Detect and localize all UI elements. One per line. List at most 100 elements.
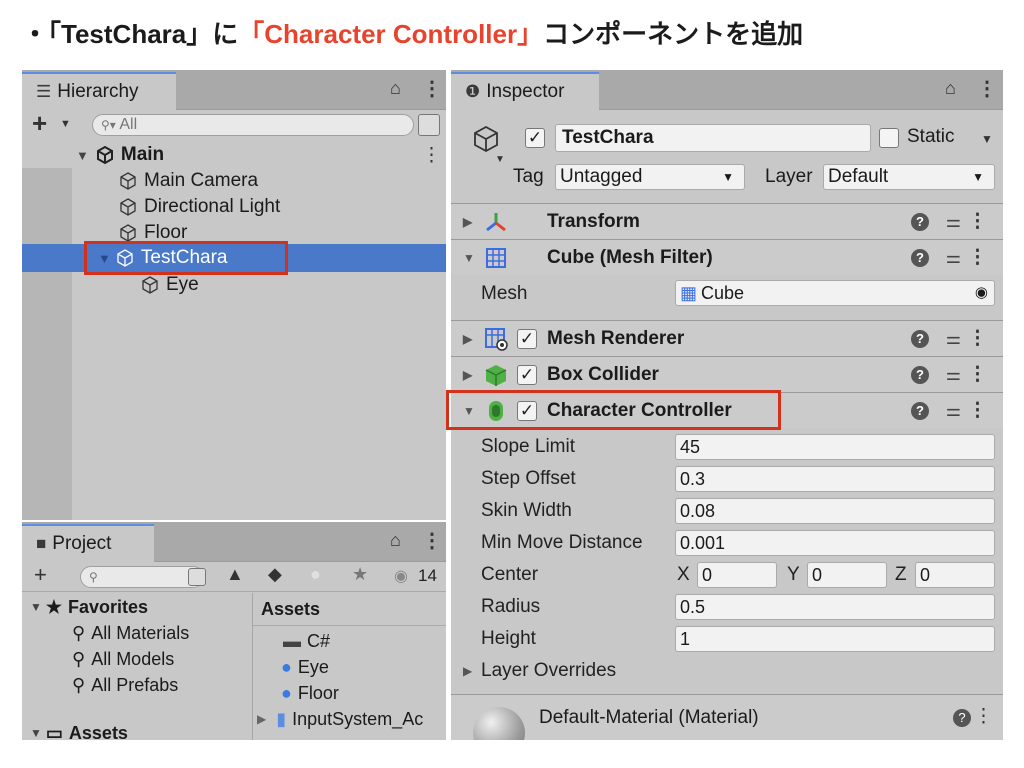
hierarchy-item-eye[interactable]: Eye bbox=[22, 272, 446, 298]
mesh-object-field[interactable]: ▦ Cube ◉ bbox=[675, 280, 995, 306]
center-x-field[interactable]: 0 bbox=[697, 562, 777, 588]
material-ball-icon: ● bbox=[281, 656, 292, 677]
kebab-menu-icon[interactable]: ⋮ bbox=[968, 210, 987, 233]
static-checkbox[interactable] bbox=[879, 128, 899, 148]
component-transform[interactable]: ▶ Transform ? ⚌ ⋮ bbox=[451, 203, 1003, 239]
help-icon[interactable]: ? bbox=[953, 709, 971, 727]
favorite-item[interactable]: ⚲ All Models bbox=[22, 647, 252, 671]
star-icon[interactable]: ★ bbox=[352, 564, 368, 585]
enabled-checkbox[interactable]: ✓ bbox=[517, 364, 537, 385]
active-checkbox[interactable]: ✓ bbox=[525, 128, 545, 148]
layer-dropdown[interactable]: Default ▼ bbox=[823, 164, 995, 190]
kebab-menu-icon[interactable]: ⋮ bbox=[968, 327, 987, 350]
slide-title: ・「TestChara」に「Character Controller」コンポーネ… bbox=[22, 14, 803, 54]
help-icon[interactable]: ? bbox=[911, 365, 929, 384]
kebab-menu-icon[interactable]: ⋮ bbox=[422, 144, 441, 167]
assets-root[interactable]: ▼ ▭ Assets bbox=[22, 721, 252, 741]
kebab-menu-icon[interactable]: ⋮ bbox=[977, 76, 997, 101]
lock-icon[interactable]: ⌂ bbox=[390, 530, 401, 551]
favorite-item[interactable]: ⚲ All Materials bbox=[22, 621, 252, 645]
tab-hierarchy[interactable]: ☰ Hierarchy bbox=[22, 72, 176, 110]
object-name-field[interactable]: TestChara bbox=[555, 124, 871, 152]
tab-project[interactable]: ■ Project bbox=[22, 524, 154, 562]
component-box-collider[interactable]: ▶ ✓ Box Collider ? ⚌ ⋮ bbox=[451, 356, 1003, 392]
center-z-field[interactable]: 0 bbox=[915, 562, 995, 588]
object-picker-icon[interactable]: ◉ bbox=[975, 281, 988, 305]
asset-item[interactable]: ▬ C# bbox=[253, 629, 446, 653]
project-sidebar: ▼ ★ Favorites ⚲ All Materials ⚲ All Mode… bbox=[22, 593, 252, 740]
kebab-menu-icon[interactable]: ⋮ bbox=[968, 363, 987, 386]
help-icon[interactable]: ? bbox=[911, 401, 929, 420]
asset-item[interactable]: ● Eye bbox=[253, 655, 446, 679]
tag-value: Untagged bbox=[560, 166, 643, 187]
asset-item[interactable]: ● Floor bbox=[253, 681, 446, 705]
kebab-menu-icon[interactable]: ⋮ bbox=[968, 399, 987, 422]
kebab-menu-icon[interactable]: ⋮ bbox=[968, 246, 987, 269]
title-part1: 「TestChara」に bbox=[48, 19, 239, 49]
favorites-header[interactable]: ▼ ★ Favorites bbox=[22, 595, 252, 619]
property-label: Center bbox=[481, 564, 539, 585]
height-field[interactable]: 1 bbox=[675, 626, 995, 652]
hierarchy-search-input[interactable]: ⚲▾ All bbox=[92, 114, 414, 136]
presets-icon[interactable]: ⚌ bbox=[946, 212, 961, 232]
lock-icon[interactable]: ⌂ bbox=[390, 78, 401, 99]
lock-icon[interactable]: ⌂ bbox=[945, 78, 956, 99]
expand-arrow-icon[interactable]: ▶ bbox=[257, 712, 266, 726]
expand-arrow-icon[interactable]: ▶ bbox=[463, 664, 472, 678]
label-filter-icon[interactable]: ◆ bbox=[268, 564, 282, 585]
slope-limit-field[interactable]: 45 bbox=[675, 434, 995, 460]
chevron-down-icon[interactable]: ▼ bbox=[981, 132, 993, 146]
scene-view-toggle-icon[interactable] bbox=[418, 114, 440, 136]
radius-field[interactable]: 0.5 bbox=[675, 594, 995, 620]
skin-width-field[interactable]: 0.08 bbox=[675, 498, 995, 524]
property-label: Height bbox=[481, 628, 536, 649]
help-icon[interactable]: ? bbox=[911, 248, 929, 267]
expand-arrow-icon[interactable]: ▶ bbox=[463, 332, 472, 346]
presets-icon[interactable]: ⚌ bbox=[946, 248, 961, 268]
favorite-item[interactable]: ⚲ All Prefabs bbox=[22, 673, 252, 697]
center-y-field[interactable]: 0 bbox=[807, 562, 887, 588]
asset-item[interactable]: ▶ ▮ InputSystem_Ac bbox=[253, 707, 446, 731]
kebab-menu-icon[interactable]: ⋮ bbox=[974, 705, 993, 728]
gameobject-icon bbox=[120, 198, 136, 216]
enabled-checkbox[interactable]: ✓ bbox=[517, 328, 537, 349]
chevron-down-icon[interactable]: ▼ bbox=[60, 118, 71, 130]
favorites-label: Favorites bbox=[68, 596, 149, 617]
expand-arrow-icon[interactable]: ▶ bbox=[463, 215, 472, 229]
hierarchy-item-main[interactable]: ▼ Main ⋮ bbox=[22, 142, 446, 168]
presets-icon[interactable]: ⚌ bbox=[946, 329, 961, 349]
expand-arrow-icon[interactable]: ▼ bbox=[76, 148, 89, 163]
inspector-tabbar: ❶ Inspector ⌂ ⋮ bbox=[451, 70, 1003, 110]
min-move-distance-field[interactable]: 0.001 bbox=[675, 530, 995, 556]
project-search-input[interactable]: ⚲ bbox=[80, 566, 204, 588]
presets-icon[interactable]: ⚌ bbox=[946, 365, 961, 385]
add-button[interactable]: + bbox=[34, 562, 47, 588]
visibility-eye-icon[interactable]: ◉ bbox=[394, 566, 408, 586]
favorite-label: All Models bbox=[91, 648, 175, 669]
hierarchy-item-directional-light[interactable]: Directional Light bbox=[22, 194, 446, 220]
step-offset-field[interactable]: 0.3 bbox=[675, 466, 995, 492]
radius-row: Radius 0.5 bbox=[451, 591, 1003, 623]
layer-overrides-row[interactable]: ▶ Layer Overrides bbox=[451, 655, 1003, 687]
expand-arrow-icon[interactable]: ▼ bbox=[30, 726, 42, 740]
tag-dropdown[interactable]: Untagged ▼ bbox=[555, 164, 745, 190]
chevron-down-icon[interactable]: ▼ bbox=[495, 154, 505, 165]
expand-arrow-icon[interactable]: ▼ bbox=[463, 251, 475, 265]
kebab-menu-icon[interactable]: ⋮ bbox=[422, 528, 442, 553]
circle-icon[interactable]: ● bbox=[310, 564, 321, 585]
tab-inspector[interactable]: ❶ Inspector bbox=[451, 72, 599, 110]
help-icon[interactable]: ? bbox=[911, 329, 929, 348]
component-mesh-filter[interactable]: ▼ Cube (Mesh Filter) ? ⚌ ⋮ bbox=[451, 239, 1003, 275]
scene-view-toggle-icon[interactable] bbox=[188, 568, 206, 586]
expand-arrow-icon[interactable]: ▶ bbox=[463, 368, 472, 382]
project-toolbar: + ⚲ ▲ ◆ ● ★ ◉ 14 bbox=[22, 562, 446, 592]
presets-icon[interactable]: ⚌ bbox=[946, 401, 961, 421]
expand-arrow-icon[interactable]: ▼ bbox=[30, 600, 42, 614]
component-mesh-renderer[interactable]: ▶ ✓ Mesh Renderer ? ⚌ ⋮ bbox=[451, 320, 1003, 356]
type-filter-icon[interactable]: ▲ bbox=[226, 564, 244, 585]
search-placeholder: All bbox=[119, 116, 138, 133]
kebab-menu-icon[interactable]: ⋮ bbox=[422, 76, 442, 101]
add-button[interactable]: + bbox=[32, 108, 47, 139]
help-icon[interactable]: ? bbox=[911, 212, 929, 231]
hierarchy-item-main-camera[interactable]: Main Camera bbox=[22, 168, 446, 194]
